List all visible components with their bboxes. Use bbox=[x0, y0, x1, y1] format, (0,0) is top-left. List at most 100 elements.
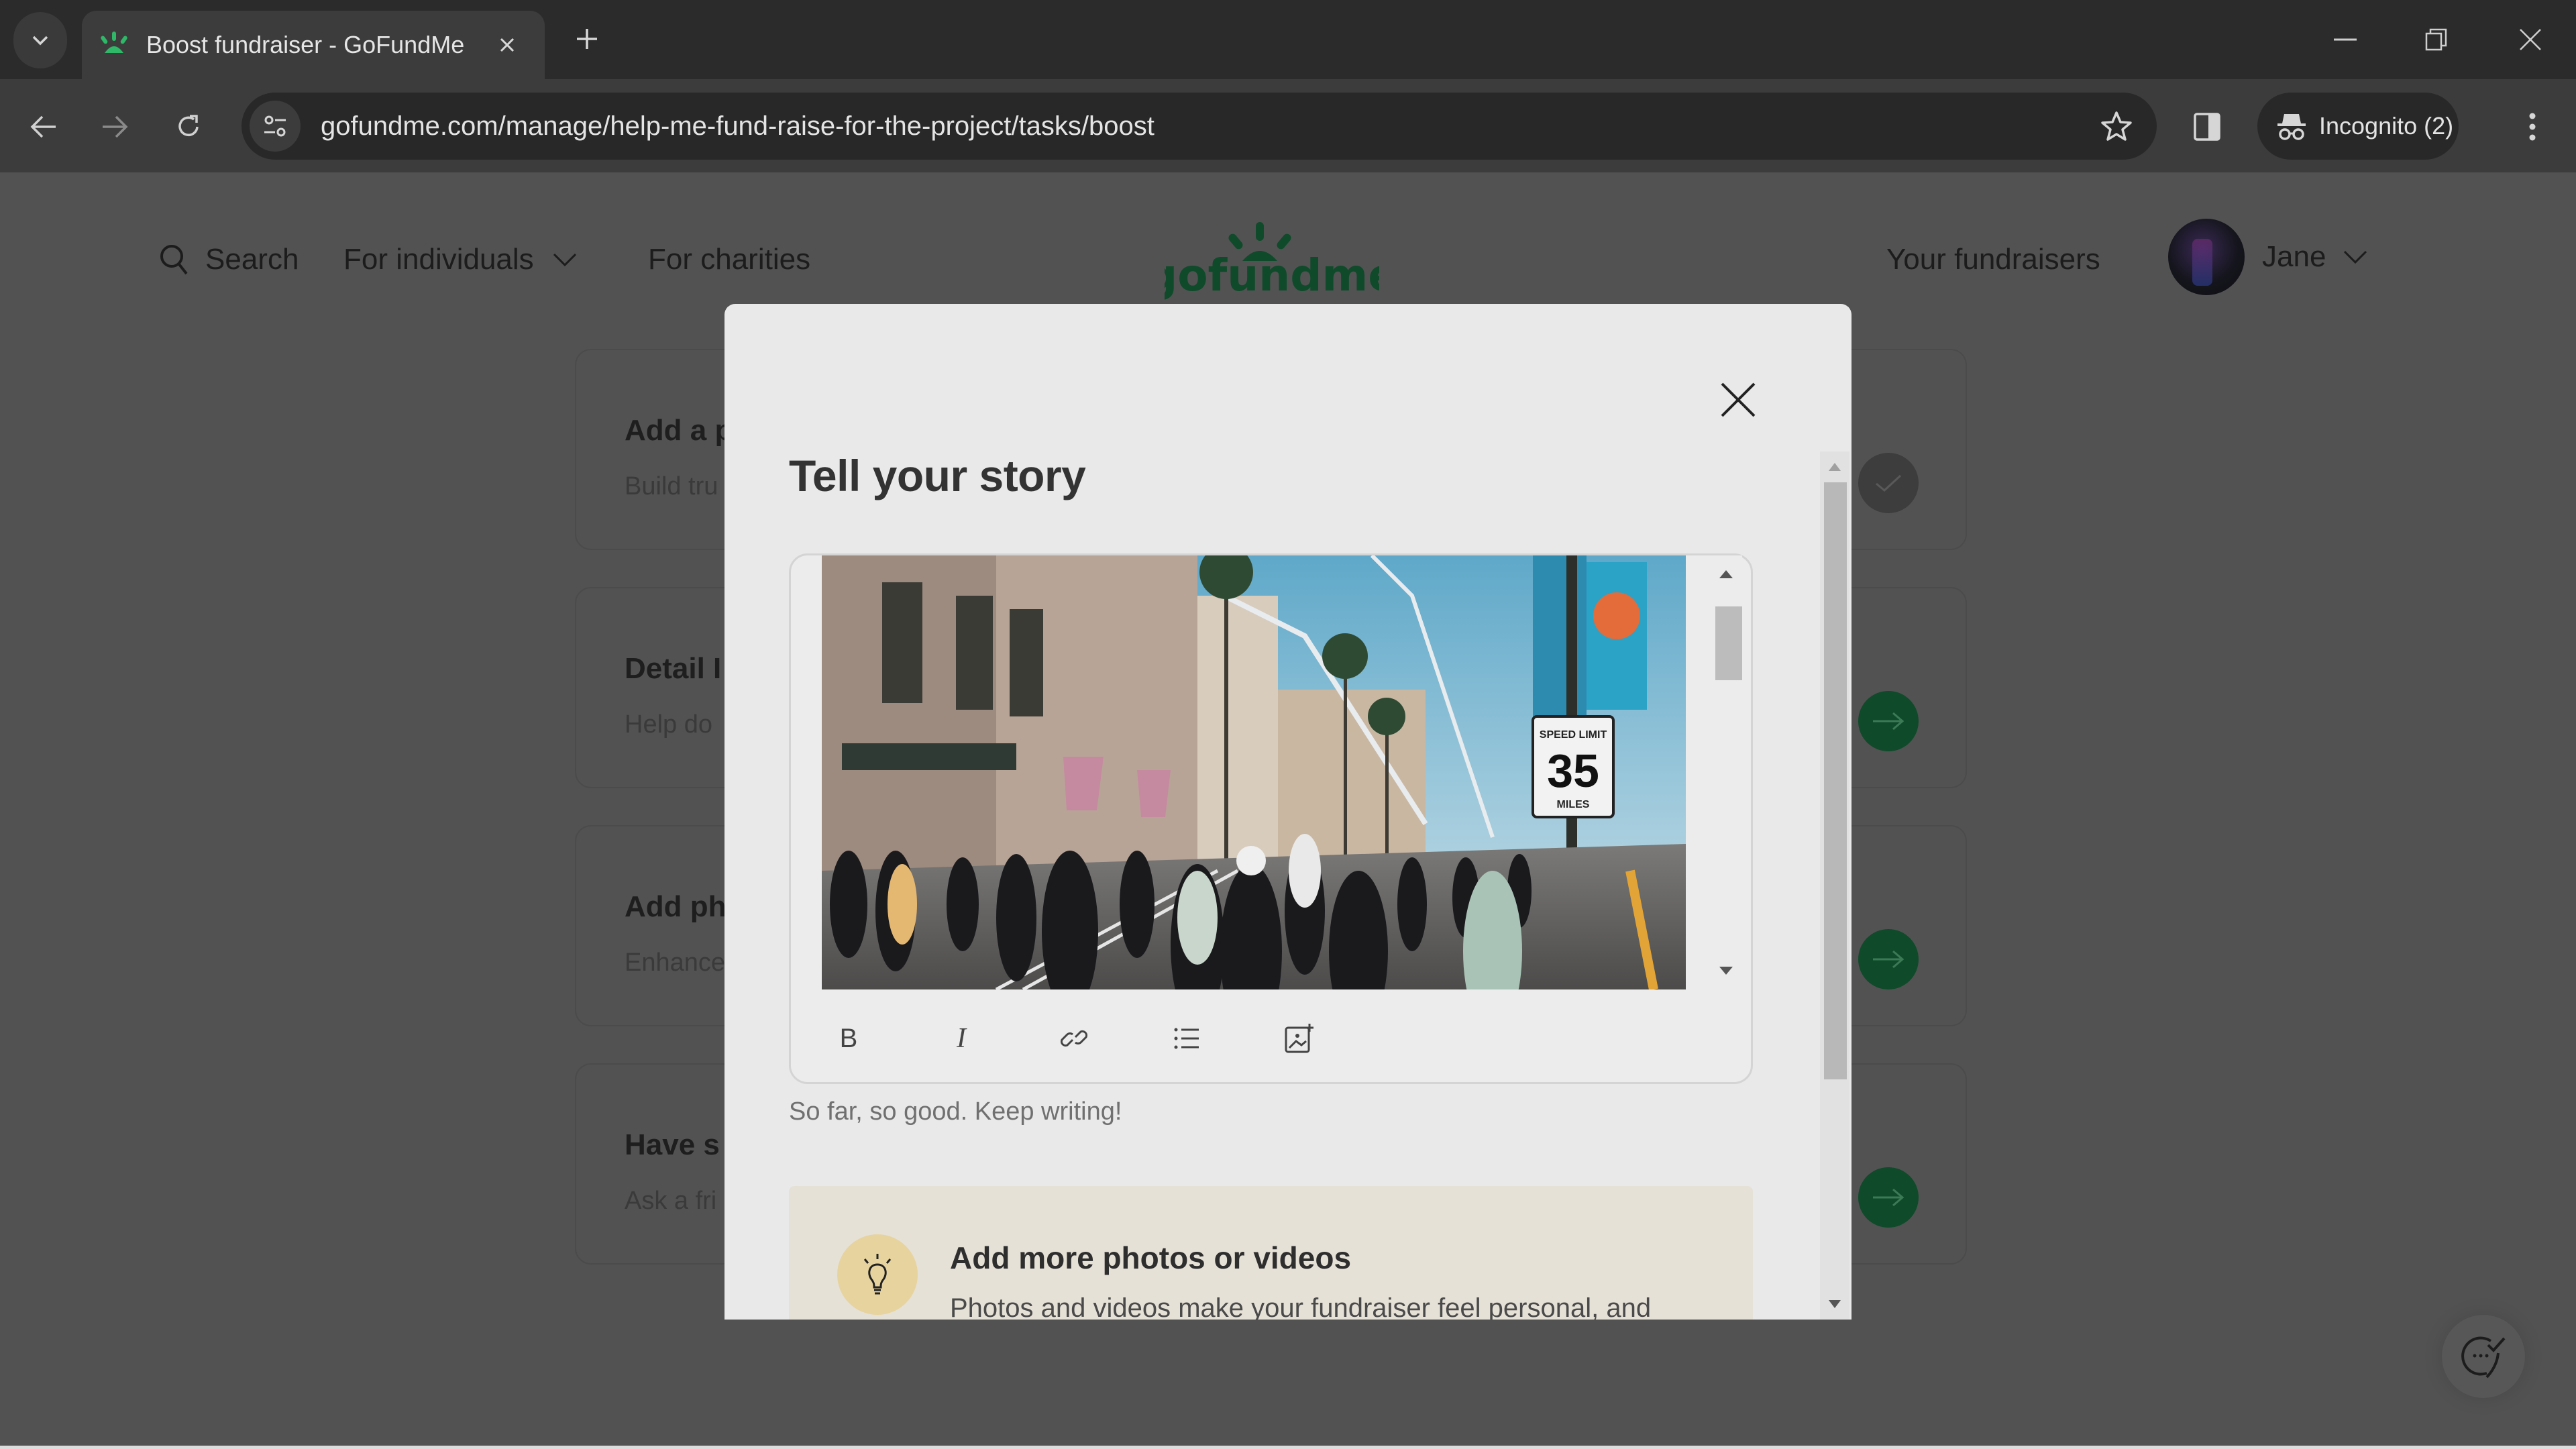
incognito-icon bbox=[2277, 114, 2306, 140]
bold-icon: B bbox=[839, 1023, 858, 1053]
task-complete-badge bbox=[1858, 453, 1919, 513]
address-bar[interactable]: gofundme.com/manage/help-me-fund-raise-f… bbox=[241, 93, 2157, 160]
help-chat-button[interactable] bbox=[2442, 1315, 2525, 1398]
chevron-down-icon bbox=[32, 36, 48, 46]
editor-scrollbar[interactable] bbox=[1710, 555, 1742, 989]
restore-button[interactable] bbox=[2410, 16, 2463, 63]
incognito-profile-button[interactable]: Incognito (2) bbox=[2257, 93, 2459, 160]
window-close-button[interactable] bbox=[2504, 16, 2557, 63]
avatar[interactable] bbox=[2168, 219, 2245, 295]
italic-button[interactable]: I bbox=[937, 1014, 985, 1063]
back-button[interactable] bbox=[20, 103, 67, 150]
your-fundraisers-link[interactable]: Your fundraisers bbox=[1886, 239, 2100, 280]
task-go-button[interactable] bbox=[1858, 929, 1919, 989]
modal-close-button[interactable] bbox=[1715, 376, 1762, 423]
tab-close-button[interactable] bbox=[487, 25, 527, 65]
editor-scroll-down[interactable] bbox=[1710, 957, 1742, 984]
task-title: Have s bbox=[625, 1128, 720, 1161]
logo-text: gofundme bbox=[1165, 250, 1379, 300]
browser-menu-button[interactable] bbox=[2509, 103, 2556, 150]
nav-for-individuals[interactable]: For individuals bbox=[343, 239, 578, 280]
speed-sign-number: 35 bbox=[1547, 745, 1599, 797]
task-description: Build tru bbox=[625, 472, 718, 500]
tab-search-button[interactable] bbox=[13, 12, 67, 68]
restore-icon bbox=[2425, 28, 2447, 51]
triangle-down-icon bbox=[1829, 1300, 1841, 1308]
arrow-right-icon bbox=[103, 115, 128, 138]
page-bottom-edge bbox=[0, 1446, 2576, 1449]
close-icon bbox=[2520, 29, 2541, 50]
modal-scroll-down[interactable] bbox=[1820, 1289, 1849, 1320]
minimize-icon bbox=[2334, 38, 2357, 41]
story-editor[interactable]: SPEED LIMIT 35 MILES B I bbox=[789, 553, 1753, 1084]
modal-scrollbar[interactable] bbox=[1820, 451, 1849, 1320]
story-image[interactable]: SPEED LIMIT 35 MILES bbox=[822, 555, 1686, 989]
gofundme-favicon-icon bbox=[101, 32, 127, 53]
site-info-button[interactable] bbox=[250, 101, 301, 152]
speed-sign-bottom: MILES bbox=[1557, 799, 1590, 810]
modal-title: Tell your story bbox=[789, 451, 1086, 500]
triangle-up-icon bbox=[1719, 570, 1733, 578]
task-description: Ask a fri bbox=[625, 1187, 717, 1215]
lightbulb-icon bbox=[863, 1254, 892, 1295]
reload-button[interactable] bbox=[165, 103, 212, 150]
task-go-button[interactable] bbox=[1858, 691, 1919, 751]
arrow-right-icon bbox=[1873, 1188, 1904, 1207]
gofundme-logo[interactable]: gofundme bbox=[1165, 221, 1379, 300]
your-fundraisers-label: Your fundraisers bbox=[1886, 243, 2100, 276]
nav-for-charities[interactable]: For charities bbox=[648, 239, 810, 280]
tip-title: Add more photos or videos bbox=[950, 1240, 1352, 1275]
task-title: Add a p bbox=[625, 414, 733, 447]
arrow-right-icon bbox=[1873, 950, 1904, 969]
arrow-right-icon bbox=[1873, 712, 1904, 731]
minimize-button[interactable] bbox=[2318, 16, 2372, 63]
new-tab-button[interactable] bbox=[567, 19, 607, 59]
editor-scroll-thumb[interactable] bbox=[1715, 606, 1742, 680]
search-link[interactable]: Search bbox=[158, 239, 299, 280]
arrow-left-icon bbox=[30, 115, 56, 138]
triangle-down-icon bbox=[1719, 967, 1733, 975]
modal-scroll-up[interactable] bbox=[1820, 451, 1849, 482]
add-image-icon bbox=[1285, 1024, 1313, 1053]
writing-progress-message: So far, so good. Keep writing! bbox=[789, 1097, 1122, 1126]
chevron-down-icon bbox=[2344, 250, 2367, 264]
street-crowd-photo: SPEED LIMIT 35 MILES bbox=[822, 555, 1686, 989]
tip-icon-badge bbox=[837, 1234, 918, 1315]
insert-image-button[interactable] bbox=[1275, 1014, 1324, 1063]
side-panel-icon bbox=[2194, 113, 2220, 141]
chat-check-icon bbox=[2461, 1336, 2506, 1379]
triangle-up-icon bbox=[1829, 463, 1841, 471]
reload-icon bbox=[178, 115, 199, 136]
bookmark-button[interactable] bbox=[2090, 99, 2143, 153]
tip-body: Photos and videos make your fundraiser f… bbox=[950, 1293, 1652, 1320]
task-description: Help do bbox=[625, 710, 712, 739]
plus-icon bbox=[577, 29, 597, 49]
tip-card: Add more photos or videos Photos and vid… bbox=[789, 1186, 1753, 1320]
modal-scroll-thumb[interactable] bbox=[1824, 482, 1847, 1079]
link-button[interactable] bbox=[1050, 1014, 1098, 1063]
browser-tab-bar: Boost fundraiser - GoFundMe bbox=[0, 0, 2576, 79]
bold-button[interactable]: B bbox=[824, 1014, 873, 1063]
bulleted-list-button[interactable] bbox=[1163, 1014, 1211, 1063]
editor-toolbar: B I bbox=[824, 1008, 1388, 1069]
task-description: Enhance bbox=[625, 949, 726, 977]
italic-icon: I bbox=[957, 1023, 966, 1054]
url-text[interactable]: gofundme.com/manage/help-me-fund-raise-f… bbox=[321, 111, 2090, 142]
list-icon bbox=[1174, 1028, 1199, 1049]
user-menu[interactable]: Jane bbox=[2262, 237, 2369, 277]
link-icon bbox=[1060, 1030, 1088, 1047]
nav-for-charities-label: For charities bbox=[648, 243, 811, 276]
browser-toolbar: gofundme.com/manage/help-me-fund-raise-f… bbox=[0, 79, 2576, 172]
active-tab[interactable]: Boost fundraiser - GoFundMe bbox=[82, 11, 545, 79]
tell-your-story-modal: Tell your story SPEED LIMIT 35 MILES B I… bbox=[724, 304, 1851, 1320]
task-go-button[interactable] bbox=[1858, 1167, 1919, 1228]
task-title: Detail I bbox=[625, 652, 722, 685]
user-name: Jane bbox=[2262, 240, 2326, 273]
speed-sign-top: SPEED LIMIT bbox=[1540, 729, 1607, 741]
side-panel-button[interactable] bbox=[2184, 103, 2231, 150]
nav-for-individuals-label: For individuals bbox=[343, 243, 534, 276]
forward-button[interactable] bbox=[91, 103, 138, 150]
close-icon bbox=[500, 38, 515, 52]
editor-scroll-up[interactable] bbox=[1710, 561, 1742, 588]
check-icon bbox=[1876, 474, 1902, 492]
